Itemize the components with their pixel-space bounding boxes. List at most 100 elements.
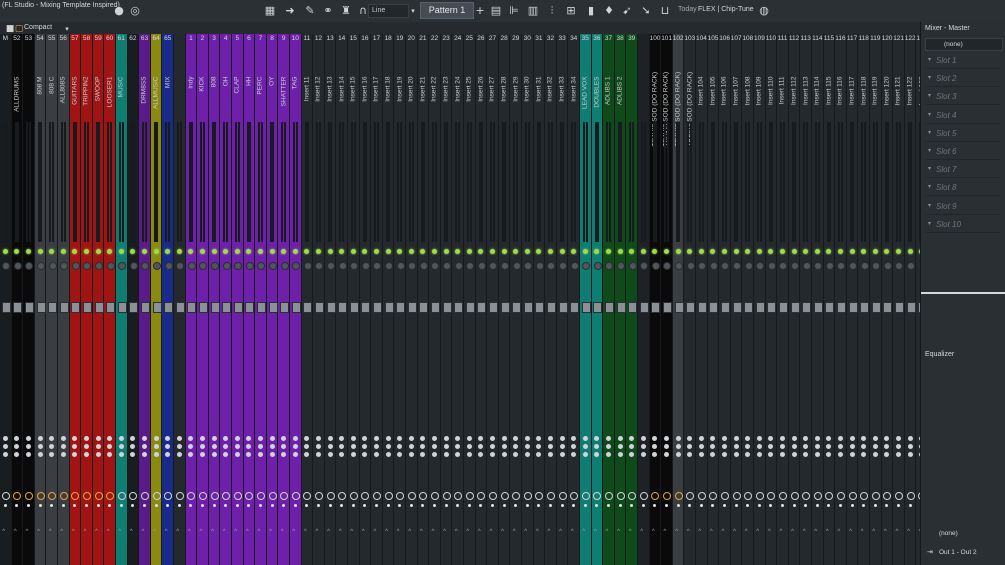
mute-led[interactable]: [501, 249, 507, 254]
mute-led[interactable]: [907, 249, 913, 254]
caret-icon[interactable]: ^: [640, 529, 643, 535]
route-dot[interactable]: [246, 444, 252, 449]
send-ring[interactable]: [628, 492, 637, 500]
send-dot[interactable]: [26, 504, 30, 507]
mixer-strip[interactable]: 11 Insert 11 ^: [301, 34, 314, 565]
route-dot[interactable]: [199, 436, 205, 441]
volume-fader[interactable]: [430, 302, 440, 313]
route-dot[interactable]: [95, 444, 101, 449]
route-dot[interactable]: [130, 436, 136, 441]
pan-knob[interactable]: [767, 262, 776, 270]
volume-fader[interactable]: [129, 302, 139, 313]
send-dot[interactable]: [456, 504, 460, 507]
caret-icon[interactable]: ^: [895, 529, 898, 535]
route-dot[interactable]: [118, 436, 124, 441]
mute-led[interactable]: [292, 249, 298, 254]
route-dot[interactable]: [153, 452, 159, 457]
volume-fader[interactable]: [314, 302, 324, 313]
volume-fader[interactable]: [477, 302, 487, 313]
send-ring[interactable]: [361, 492, 370, 500]
route-dot[interactable]: [315, 452, 321, 457]
volume-fader[interactable]: [303, 302, 313, 313]
route-dot[interactable]: [72, 436, 78, 441]
pan-knob[interactable]: [663, 262, 672, 270]
pan-knob[interactable]: [709, 262, 718, 270]
route-dot[interactable]: [315, 436, 321, 441]
route-dot[interactable]: [571, 436, 577, 441]
route-dot[interactable]: [837, 444, 843, 449]
send-dot[interactable]: [154, 504, 158, 507]
route-dot[interactable]: [547, 436, 553, 441]
route-dot[interactable]: [455, 436, 461, 441]
route-dot[interactable]: [466, 444, 472, 449]
volume-fader[interactable]: [233, 302, 243, 313]
mixer-strip[interactable]: ^: [174, 34, 186, 565]
volume-fader[interactable]: [500, 302, 510, 313]
route-dot[interactable]: [582, 444, 588, 449]
caret-icon[interactable]: ^: [37, 529, 40, 535]
route-dot[interactable]: [362, 452, 368, 457]
send-dot[interactable]: [722, 504, 726, 507]
route-dot[interactable]: [513, 452, 519, 457]
mixer-strip[interactable]: 62 ^: [127, 34, 140, 565]
mute-led[interactable]: [547, 249, 553, 254]
volume-fader[interactable]: [465, 302, 475, 313]
mixer-strip[interactable]: 58 TRIPPIN2 ^: [81, 34, 93, 565]
mute-led[interactable]: [107, 249, 113, 254]
send-dot[interactable]: [50, 504, 54, 507]
route-dot[interactable]: [211, 436, 217, 441]
route-dot[interactable]: [14, 452, 20, 457]
mixer-strip[interactable]: 111 Insert 111 ^: [777, 34, 789, 565]
pan-knob[interactable]: [617, 262, 626, 270]
mixer-strip[interactable]: M ^: [0, 34, 12, 565]
caret-icon[interactable]: ^: [687, 529, 690, 535]
volume-fader[interactable]: [709, 302, 719, 313]
volume-fader[interactable]: [291, 302, 301, 313]
mixer-strip[interactable]: 15 Insert 15 ^: [348, 34, 360, 565]
mute-led[interactable]: [257, 249, 263, 254]
route-dot[interactable]: [2, 436, 8, 441]
send-dot[interactable]: [641, 504, 645, 507]
volume-fader[interactable]: [616, 302, 626, 313]
caret-icon[interactable]: ^: [199, 529, 202, 535]
send-dot[interactable]: [328, 504, 332, 507]
mixer-strip[interactable]: ^: [638, 34, 650, 565]
mute-led[interactable]: [594, 249, 600, 254]
route-dot[interactable]: [501, 444, 507, 449]
route-dot[interactable]: [339, 444, 345, 449]
caret-icon[interactable]: ^: [710, 529, 713, 535]
send-dot[interactable]: [293, 504, 297, 507]
pan-knob[interactable]: [350, 262, 359, 270]
route-dot[interactable]: [176, 444, 182, 449]
chevron-down-icon[interactable]: ▾: [928, 108, 931, 123]
knob-icon[interactable]: ◎: [128, 4, 142, 18]
route-dot[interactable]: [304, 444, 310, 449]
route-dot[interactable]: [269, 436, 275, 441]
route-dot[interactable]: [524, 452, 530, 457]
route-dot[interactable]: [478, 444, 484, 449]
route-dot[interactable]: [339, 436, 345, 441]
send-ring[interactable]: [384, 492, 393, 500]
caret-icon[interactable]: ^: [629, 529, 632, 535]
mixer-strip[interactable]: 26 Insert 26 ^: [475, 34, 488, 565]
volume-fader[interactable]: [1, 302, 11, 313]
mute-led[interactable]: [223, 249, 229, 254]
pan-knob[interactable]: [443, 262, 452, 270]
route-dot[interactable]: [153, 444, 159, 449]
route-dot[interactable]: [478, 452, 484, 457]
volume-fader[interactable]: [419, 302, 429, 313]
mixer-strip[interactable]: 35 LEAD VOX ^: [580, 34, 592, 565]
send-ring[interactable]: [906, 492, 915, 500]
caret-icon[interactable]: ^: [397, 529, 400, 535]
mute-led[interactable]: [408, 249, 414, 254]
mixer-strip[interactable]: 17 Insert 17 ^: [371, 34, 383, 565]
volume-fader[interactable]: [71, 302, 81, 313]
pan-knob[interactable]: [106, 262, 115, 270]
route-dot[interactable]: [721, 452, 727, 457]
route-dot[interactable]: [408, 444, 414, 449]
route-dot[interactable]: [466, 436, 472, 441]
send-ring[interactable]: [546, 492, 555, 500]
route-dot[interactable]: [443, 452, 449, 457]
volume-fader[interactable]: [140, 302, 150, 313]
pan-knob[interactable]: [327, 262, 336, 270]
